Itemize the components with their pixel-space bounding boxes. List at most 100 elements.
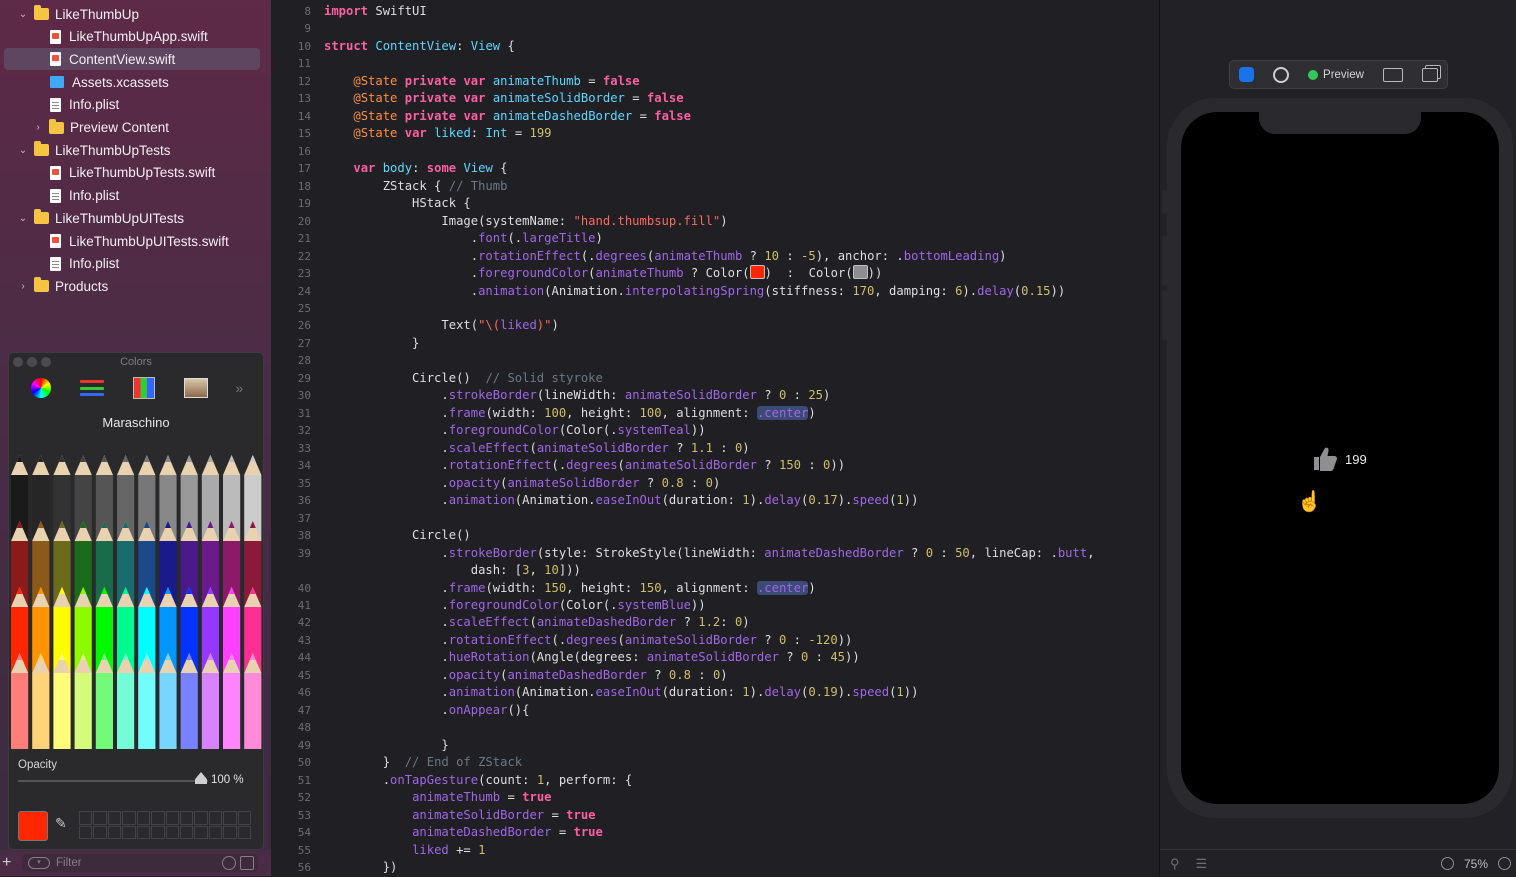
pencil[interactable] bbox=[180, 653, 198, 749]
code-line[interactable]: 34 .rotationEffect(.degrees(animateSolid… bbox=[271, 457, 1159, 475]
duplicate-preview-icon[interactable] bbox=[1421, 67, 1438, 82]
code-line[interactable]: 40 .frame(width: 150, height: 150, align… bbox=[271, 580, 1159, 598]
pencil[interactable] bbox=[244, 653, 262, 749]
code-text[interactable]: .foregroundColor(Color(.systemTeal)) bbox=[324, 422, 705, 440]
code-text[interactable]: .scaleEffect(animateSolidBorder ? 1.1 : … bbox=[324, 440, 749, 458]
filter-scope-icon[interactable]: ▾ bbox=[28, 857, 50, 869]
pencil[interactable] bbox=[201, 653, 219, 749]
color-palettes-tab[interactable] bbox=[132, 376, 156, 400]
code-line[interactable]: 55 liked += 1 bbox=[271, 842, 1159, 860]
pin-icon[interactable]: ⚲ bbox=[1170, 856, 1180, 872]
empty-swatch[interactable] bbox=[136, 811, 151, 825]
add-icon[interactable]: + bbox=[2, 854, 16, 872]
empty-swatch[interactable] bbox=[237, 825, 251, 839]
code-line[interactable]: 26 Text("\(liked)") bbox=[271, 317, 1159, 335]
code-text[interactable]: .animation(Animation.easeInOut(duration:… bbox=[324, 492, 918, 510]
recent-files-icon[interactable] bbox=[222, 856, 236, 870]
code-line[interactable]: 48 bbox=[271, 719, 1159, 737]
pencil[interactable] bbox=[117, 653, 135, 749]
code-text[interactable]: .opacity(animateSolidBorder ? 0.8 : 0) bbox=[324, 475, 720, 493]
code-text[interactable]: import SwiftUI bbox=[324, 3, 427, 21]
device-settings-icon[interactable] bbox=[1382, 67, 1403, 82]
empty-swatch[interactable] bbox=[79, 811, 93, 825]
pencil[interactable] bbox=[11, 653, 29, 749]
zoom-level[interactable]: 75% bbox=[1464, 857, 1488, 871]
navigator-item[interactable]: Info.plist bbox=[0, 185, 271, 207]
navigator-item[interactable]: ContentView.swift bbox=[4, 48, 260, 71]
code-line[interactable]: 13 @State private var animateSolidBorder… bbox=[271, 90, 1159, 108]
code-line[interactable]: 33 .scaleEffect(animateSolidBorder ? 1.1… bbox=[271, 440, 1159, 458]
empty-swatch[interactable] bbox=[165, 825, 179, 839]
code-text[interactable]: } bbox=[324, 335, 419, 353]
disclosure-collapsed-icon[interactable]: › bbox=[18, 281, 28, 292]
code-text[interactable]: .rotationEffect(.degrees(animateThumb ? … bbox=[324, 248, 1007, 266]
more-tabs-chevron-icon[interactable]: » bbox=[235, 380, 243, 396]
empty-swatch[interactable] bbox=[165, 811, 179, 825]
code-text[interactable]: animateSolidBorder = true bbox=[324, 807, 595, 825]
code-line[interactable]: 21 .font(.largeTitle) bbox=[271, 230, 1159, 248]
code-line[interactable]: 19 HStack { bbox=[271, 195, 1159, 213]
code-line[interactable]: 32 .foregroundColor(Color(.systemTeal)) bbox=[271, 422, 1159, 440]
code-line[interactable]: 49 } bbox=[271, 737, 1159, 755]
code-text[interactable]: .onTapGesture(count: 1, perform: { bbox=[324, 772, 633, 790]
navigator-item[interactable]: Info.plist bbox=[0, 253, 271, 275]
source-editor[interactable]: 8 import SwiftUI 9 10 struct ContentView: Vi… bbox=[271, 0, 1159, 876]
code-text[interactable]: .animation(Animation.easeInOut(duration:… bbox=[324, 684, 918, 702]
disclosure-expanded-icon[interactable]: ⌄ bbox=[18, 9, 28, 20]
code-line[interactable]: 28 bbox=[271, 352, 1159, 370]
empty-swatch[interactable] bbox=[208, 811, 223, 825]
empty-swatch[interactable] bbox=[194, 811, 208, 825]
custom-swatch-grid[interactable] bbox=[79, 811, 251, 839]
zoom-in-icon[interactable] bbox=[1498, 857, 1511, 870]
code-line[interactable]: 41 .foregroundColor(Color(.systemBlue)) bbox=[271, 597, 1159, 615]
empty-swatch[interactable] bbox=[151, 811, 165, 825]
color-wheel-tab[interactable] bbox=[29, 376, 53, 400]
color-sliders-tab[interactable] bbox=[80, 376, 105, 400]
code-text[interactable]: .foregroundColor(animateThumb ? Color() … bbox=[324, 265, 882, 283]
code-line[interactable]: 20 Image(systemName: "hand.thumbsup.fill… bbox=[271, 213, 1159, 231]
pencil[interactable] bbox=[159, 653, 177, 749]
code-line[interactable]: 38 Circle() bbox=[271, 527, 1159, 545]
navigator-item[interactable]: LikeThumbUpTests.swift bbox=[0, 162, 271, 184]
disclosure-collapsed-icon[interactable]: › bbox=[33, 122, 43, 133]
navigator-item[interactable]: LikeThumbUpApp.swift bbox=[0, 26, 271, 48]
live-preview-button[interactable] bbox=[1239, 67, 1255, 82]
code-text[interactable]: .hueRotation(Angle(degrees: animateSolid… bbox=[324, 649, 859, 667]
navigator-item[interactable]: › Preview Content bbox=[0, 117, 271, 139]
code-line[interactable]: 17 var body: some View { bbox=[271, 160, 1159, 178]
code-line[interactable]: 22 .rotationEffect(.degrees(animateThumb… bbox=[271, 248, 1159, 266]
empty-swatch[interactable] bbox=[223, 811, 237, 825]
code-line[interactable]: 35 .opacity(animateSolidBorder ? 0.8 : 0… bbox=[271, 475, 1159, 493]
empty-swatch[interactable] bbox=[237, 811, 251, 825]
code-line[interactable]: 23 .foregroundColor(animateThumb ? Color… bbox=[271, 265, 1159, 283]
code-line[interactable]: 30 .strokeBorder(lineWidth: animateSolid… bbox=[271, 387, 1159, 405]
code-line[interactable]: 51 .onTapGesture(count: 1, perform: { bbox=[271, 772, 1159, 790]
empty-swatch[interactable] bbox=[179, 811, 194, 825]
pencil[interactable] bbox=[138, 653, 156, 749]
navigator-item[interactable]: LikeThumbUpUITests.swift bbox=[0, 230, 271, 252]
code-line[interactable]: 52 animateThumb = true bbox=[271, 789, 1159, 807]
empty-swatch[interactable] bbox=[208, 825, 223, 839]
eyedropper-icon[interactable]: ✎ bbox=[55, 815, 73, 833]
code-line[interactable]: 12 @State private var animateThumb = fal… bbox=[271, 73, 1159, 91]
empty-swatch[interactable] bbox=[223, 825, 237, 839]
code-line[interactable]: 36 .animation(Animation.easeInOut(durati… bbox=[271, 492, 1159, 510]
code-text[interactable]: .foregroundColor(Color(.systemBlue)) bbox=[324, 597, 705, 615]
code-text[interactable]: Circle() bbox=[324, 527, 471, 545]
selected-color-swatch[interactable] bbox=[18, 811, 48, 841]
code-text[interactable]: animateThumb = true bbox=[324, 789, 551, 807]
empty-swatch[interactable] bbox=[122, 811, 136, 825]
code-text[interactable]: @State private var animateSolidBorder = … bbox=[324, 90, 683, 108]
navigator-item[interactable]: Info.plist bbox=[0, 94, 271, 116]
code-line[interactable]: 53 animateSolidBorder = true bbox=[271, 807, 1159, 825]
image-palettes-tab[interactable] bbox=[183, 376, 208, 400]
code-line[interactable]: 25 bbox=[271, 300, 1159, 318]
like-button[interactable]: 199 bbox=[1311, 445, 1367, 473]
code-text[interactable]: .strokeBorder(style: StrokeStyle(lineWid… bbox=[324, 545, 1094, 563]
pencil[interactable] bbox=[32, 653, 50, 749]
code-text[interactable]: dash: [3, 10])) bbox=[324, 562, 581, 580]
code-line[interactable]: 46 .animation(Animation.easeInOut(durati… bbox=[271, 684, 1159, 702]
code-text[interactable]: .frame(width: 150, height: 150, alignmen… bbox=[324, 580, 816, 598]
navigator-item[interactable]: ⌄ LikeThumbUp bbox=[0, 3, 271, 25]
zoom-out-icon[interactable] bbox=[1440, 857, 1454, 870]
